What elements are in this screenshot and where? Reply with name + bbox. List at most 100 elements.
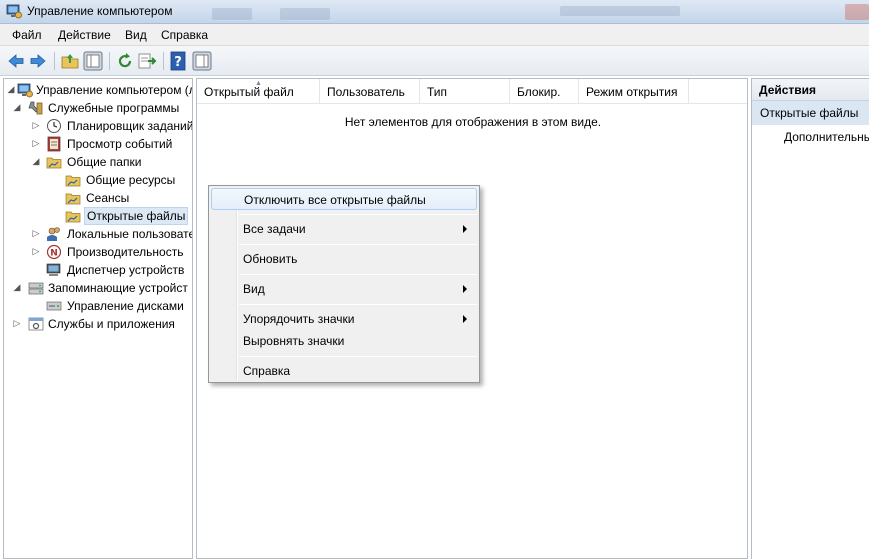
tree-item-shares[interactable]: Общие ресурсы bbox=[4, 171, 192, 189]
context-menu: Отключить все открытые файлы Все задачи … bbox=[208, 185, 480, 383]
menu-bar: Файл Действие Вид Справка bbox=[0, 24, 869, 46]
sort-indicator-icon: ▲ bbox=[255, 80, 262, 87]
svg-text:?: ? bbox=[174, 55, 182, 70]
column-header-type[interactable]: Тип bbox=[420, 79, 510, 103]
up-folder-icon[interactable] bbox=[60, 51, 80, 71]
menu-view[interactable]: Вид bbox=[125, 28, 147, 42]
tree-item-label: Служебные программы bbox=[48, 101, 180, 115]
column-label: Пользователь bbox=[327, 85, 405, 99]
actions-header: Действия bbox=[752, 79, 869, 101]
system-tools-icon bbox=[28, 101, 43, 115]
tree-item-label: Запоминающие устройст bbox=[48, 281, 188, 295]
tree-item-event-viewer[interactable]: ▷ Просмотр событий bbox=[4, 135, 192, 153]
collapse-arrow-icon[interactable]: ◢ bbox=[6, 83, 16, 95]
forward-icon[interactable] bbox=[28, 51, 48, 71]
shared-folder-icon bbox=[46, 157, 62, 169]
shared-folder-icon bbox=[65, 211, 81, 223]
actions-section-open-files[interactable]: Открытые файлы bbox=[752, 101, 869, 125]
background-blur bbox=[212, 8, 252, 20]
collapse-arrow-icon[interactable]: ◢ bbox=[12, 281, 22, 293]
menu-separator bbox=[239, 356, 477, 357]
menu-action[interactable]: Действие bbox=[58, 28, 111, 42]
tree-item-task-scheduler[interactable]: ▷ Планировщик заданий bbox=[4, 117, 192, 135]
menu-item-line-up-icons[interactable]: Выровнять значки bbox=[211, 330, 477, 352]
menu-separator bbox=[239, 244, 477, 245]
refresh-icon[interactable] bbox=[115, 51, 135, 71]
menu-help[interactable]: Справка bbox=[161, 28, 208, 42]
back-icon[interactable] bbox=[6, 51, 26, 71]
title-bar: Управление компьютером bbox=[0, 0, 869, 24]
tree-item-label: Сеансы bbox=[86, 191, 130, 205]
tree-item-label: Управление компьютером (л bbox=[36, 83, 193, 97]
show-hide-tree-icon[interactable] bbox=[83, 51, 103, 71]
menu-item-view[interactable]: Вид bbox=[211, 278, 477, 300]
column-label: Режим открытия bbox=[586, 85, 678, 99]
actions-pane: Действия Открытые файлы Дополнительные д… bbox=[751, 78, 869, 559]
collapse-arrow-icon[interactable]: ◢ bbox=[31, 155, 41, 167]
tree-item-sessions[interactable]: Сеансы bbox=[4, 189, 192, 207]
tree-item-label: Общие ресурсы bbox=[86, 173, 176, 187]
tree-item-label: Диспетчер устройств bbox=[67, 263, 185, 277]
column-label: Тип bbox=[427, 85, 448, 99]
tree-item-device-manager[interactable]: Диспетчер устройств bbox=[4, 261, 192, 279]
menu-file[interactable]: Файл bbox=[12, 28, 42, 42]
menu-item-help[interactable]: Справка bbox=[211, 360, 477, 382]
menu-item-label: Упорядочить значки bbox=[243, 312, 355, 326]
menu-item-disconnect-all-open-files[interactable]: Отключить все открытые файлы bbox=[211, 188, 477, 210]
device-manager-icon bbox=[46, 263, 61, 276]
export-list-icon[interactable] bbox=[137, 51, 157, 71]
menu-item-label: Все задачи bbox=[243, 222, 306, 236]
more-actions-link[interactable]: Дополнительные действия bbox=[784, 130, 869, 144]
expand-arrow-icon[interactable]: ▷ bbox=[31, 245, 41, 257]
toolbar: ? bbox=[0, 46, 869, 76]
menu-item-label: Вид bbox=[243, 282, 265, 296]
column-header-locks[interactable]: Блокир. bbox=[510, 79, 579, 103]
tree-item-label: Просмотр событий bbox=[67, 137, 173, 151]
tree-item-local-users[interactable]: ▷ Локальные пользовате bbox=[4, 225, 193, 243]
menu-separator bbox=[239, 214, 477, 215]
collapse-arrow-icon[interactable]: ◢ bbox=[12, 101, 22, 113]
background-blur bbox=[560, 6, 680, 16]
event-viewer-icon bbox=[47, 136, 61, 152]
window-title: Управление компьютером bbox=[27, 4, 173, 18]
submenu-arrow-icon bbox=[463, 315, 467, 323]
close-window-button[interactable] bbox=[845, 4, 869, 20]
tree-item-storage[interactable]: ◢ Запоминающие устройст bbox=[4, 279, 192, 297]
help-icon[interactable]: ? bbox=[169, 51, 189, 71]
menu-item-label: Отключить все открытые файлы bbox=[244, 193, 426, 207]
tree-item-open-files[interactable]: Открытые файлы bbox=[4, 207, 192, 225]
console-tree: ◢ Управление компьютером (л ◢ Служебные … bbox=[3, 78, 193, 559]
column-header-user[interactable]: Пользователь bbox=[320, 79, 420, 103]
toolbar-separator bbox=[109, 52, 110, 70]
show-hide-actions-icon[interactable] bbox=[192, 51, 212, 71]
computer-management-icon bbox=[6, 4, 22, 19]
tree-item-label: Общие папки bbox=[67, 155, 142, 169]
menu-item-arrange-icons[interactable]: Упорядочить значки bbox=[211, 308, 477, 330]
expand-arrow-icon[interactable]: ▷ bbox=[31, 227, 41, 239]
column-header-open-mode[interactable]: Режим открытия bbox=[579, 79, 689, 103]
tree-item-system-tools[interactable]: ◢ Служебные программы bbox=[4, 99, 192, 117]
expand-arrow-icon[interactable]: ▷ bbox=[31, 119, 41, 131]
tree-item-computer-management[interactable]: ◢ Управление компьютером (л bbox=[4, 81, 193, 99]
tree-item-shared-folders[interactable]: ◢ Общие папки bbox=[4, 153, 192, 171]
tree-item-label: Открытые файлы bbox=[84, 207, 189, 225]
tree-item-performance[interactable]: ▷ N Производительность bbox=[4, 243, 192, 261]
tree-item-label: Локальные пользовате bbox=[67, 227, 193, 241]
submenu-arrow-icon bbox=[463, 225, 467, 233]
computer-management-icon bbox=[17, 83, 33, 98]
menu-item-label: Обновить bbox=[243, 252, 298, 266]
menu-separator bbox=[239, 274, 477, 275]
menu-item-refresh[interactable]: Обновить bbox=[211, 248, 477, 270]
tree-item-label: Управление дисками bbox=[67, 299, 184, 313]
tree-item-disk-management[interactable]: Управление дисками bbox=[4, 297, 192, 315]
services-icon bbox=[28, 317, 44, 331]
column-header-open-file[interactable]: ▲ Открытый файл bbox=[197, 79, 320, 103]
menu-item-all-tasks[interactable]: Все задачи bbox=[211, 218, 477, 240]
toolbar-separator bbox=[54, 52, 55, 70]
expand-arrow-icon[interactable]: ▷ bbox=[12, 317, 22, 329]
column-label: Блокир. bbox=[517, 85, 561, 99]
tree-item-services-apps[interactable]: ▷ Службы и приложения bbox=[4, 315, 192, 333]
expand-arrow-icon[interactable]: ▷ bbox=[31, 137, 41, 149]
column-label: Открытый файл bbox=[204, 85, 294, 99]
storage-icon bbox=[28, 282, 44, 295]
